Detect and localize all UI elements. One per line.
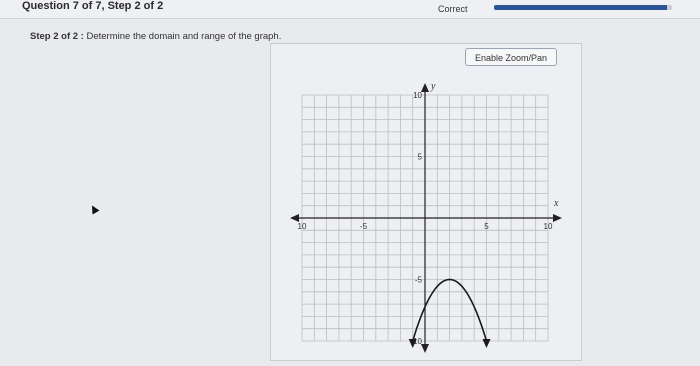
status-label: Correct [438, 4, 468, 14]
curve-arrow-icon [482, 339, 491, 348]
y-axis-label: y [430, 81, 436, 92]
x-tick-label: 10 [298, 222, 307, 231]
coordinate-graph[interactable]: xy10 -5 5 10105-510 [282, 78, 582, 364]
top-bar: Question 7 of 7, Step 2 of 2 Correct [0, 0, 700, 19]
x-tick-label: 10 [544, 222, 553, 231]
step-label: Step 2 of 2 : [30, 31, 84, 42]
x-tick-label: 5 [484, 222, 489, 231]
x-tick-label: -5 [360, 222, 368, 231]
y-tick-label: 5 [418, 153, 423, 162]
progress-bar [494, 5, 672, 10]
question-title: Question 7 of 7, Step 2 of 2 [22, 0, 164, 12]
y-axis-arrow-down-icon [421, 344, 429, 353]
progress-fill [494, 5, 667, 10]
y-axis-arrow-up-icon [421, 83, 429, 92]
enable-zoom-pan-button[interactable]: Enable Zoom/Pan [465, 48, 557, 66]
y-tick-label: 10 [413, 91, 422, 100]
y-tick-label: -5 [415, 276, 423, 285]
mouse-cursor-icon [88, 203, 100, 215]
step-prompt: Step 2 of 2 : Determine the domain and r… [30, 31, 281, 42]
x-axis-arrow-right-icon [553, 214, 562, 222]
x-axis-arrow-left-icon [290, 214, 299, 222]
step-text: Determine the domain and range of the gr… [86, 31, 282, 42]
x-axis-label: x [553, 198, 559, 209]
